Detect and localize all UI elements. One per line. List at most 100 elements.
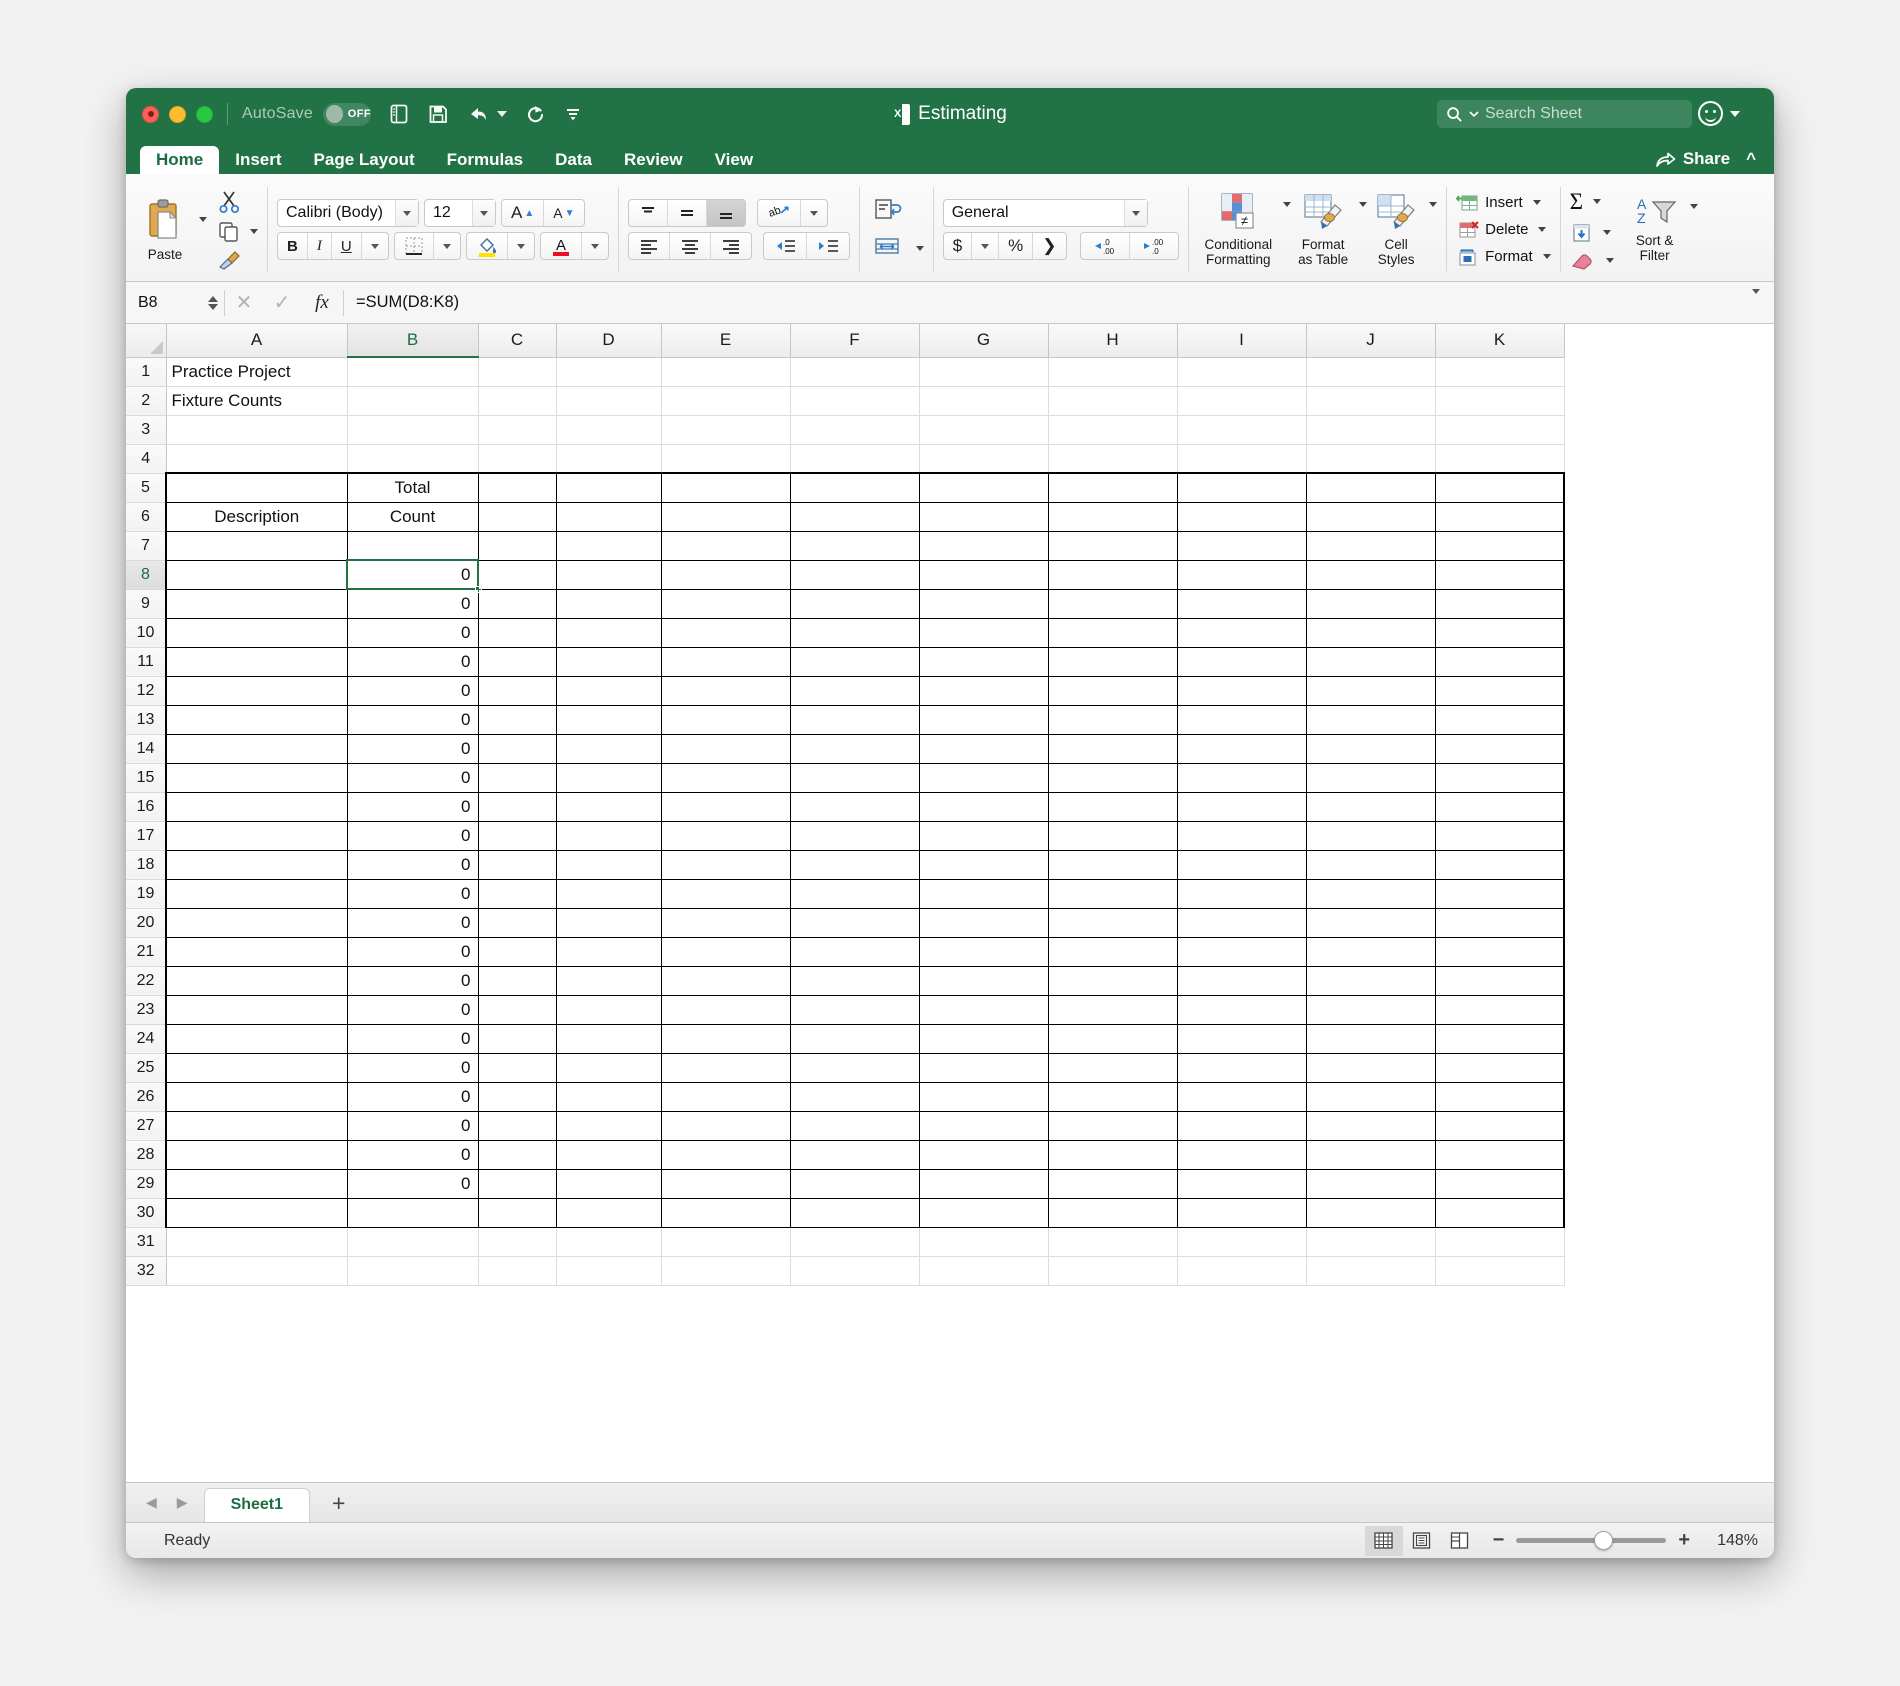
cell-K20[interactable] [1435,908,1565,938]
cell-D24[interactable] [556,1024,662,1054]
cell-I20[interactable] [1177,908,1307,938]
row-header-22[interactable]: 22 [126,966,167,996]
cell-A31[interactable] [166,1227,348,1257]
align-right-button[interactable] [711,233,751,259]
cell-K22[interactable] [1435,966,1565,996]
cell-G22[interactable] [919,966,1049,996]
cell-D8[interactable] [556,560,662,590]
cell-K7[interactable] [1435,531,1565,561]
cell-E9[interactable] [661,589,791,619]
cell-A20[interactable] [165,908,348,938]
cell-J14[interactable] [1306,734,1436,764]
cell-A6[interactable]: Description [165,502,348,532]
cell-H19[interactable] [1048,879,1178,909]
cell-C9[interactable] [478,589,557,619]
cell-C22[interactable] [478,966,557,996]
cell-J31[interactable] [1306,1227,1436,1257]
cell-J13[interactable] [1306,705,1436,735]
row-header-13[interactable]: 13 [126,705,167,735]
align-bottom-button[interactable] [706,200,745,226]
cell-I26[interactable] [1177,1082,1307,1112]
cell-D22[interactable] [556,966,662,996]
row-header-4[interactable]: 4 [126,444,167,474]
tab-review[interactable]: Review [608,146,699,174]
feedback-smiley-button[interactable] [1698,101,1740,126]
merge-cells-button[interactable] [869,233,907,264]
cell-F13[interactable] [790,705,920,735]
cell-A21[interactable] [165,937,348,967]
cell-D12[interactable] [556,676,662,706]
text-orientation-button[interactable]: ab [758,200,801,226]
column-header-a[interactable]: A [166,324,348,358]
cell-F6[interactable] [790,502,920,532]
cell-D3[interactable] [556,415,662,445]
row-header-27[interactable]: 27 [126,1111,167,1141]
row-header-7[interactable]: 7 [126,531,167,561]
cell-G29[interactable] [919,1169,1049,1199]
cell-F9[interactable] [790,589,920,619]
cell-J21[interactable] [1306,937,1436,967]
cell-A23[interactable] [165,995,348,1025]
cell-D25[interactable] [556,1053,662,1083]
cell-G26[interactable] [919,1082,1049,1112]
cell-C32[interactable] [478,1256,557,1286]
cell-D32[interactable] [556,1256,662,1286]
cell-G16[interactable] [919,792,1049,822]
cell-K26[interactable] [1435,1082,1565,1112]
save-icon[interactable] [427,97,449,131]
cell-E19[interactable] [661,879,791,909]
sheet-tab-sheet1[interactable]: Sheet1 [203,1488,311,1522]
cell-K4[interactable] [1435,444,1565,474]
cell-E23[interactable] [661,995,791,1025]
cell-H20[interactable] [1048,908,1178,938]
cell-E1[interactable] [661,357,791,387]
cell-F17[interactable] [790,821,920,851]
conditional-formatting-button[interactable]: ≠ Conditional Formatting [1198,182,1280,278]
cell-B32[interactable] [347,1256,479,1286]
customize-toolbar-icon[interactable] [563,97,583,131]
cell-H23[interactable] [1048,995,1178,1025]
cell-H32[interactable] [1048,1256,1178,1286]
cell-C3[interactable] [478,415,557,445]
cell-F29[interactable] [790,1169,920,1199]
cell-A16[interactable] [165,792,348,822]
redo-icon[interactable] [524,97,546,131]
decrease-font-size-button[interactable]: A ▼ [544,200,583,226]
cell-F7[interactable] [790,531,920,561]
cell-F23[interactable] [790,995,920,1025]
cell-J22[interactable] [1306,966,1436,996]
cell-B25[interactable]: 0 [347,1053,479,1083]
row-header-12[interactable]: 12 [126,676,167,706]
cell-C17[interactable] [478,821,557,851]
row-header-11[interactable]: 11 [126,647,167,677]
cell-I24[interactable] [1177,1024,1307,1054]
row-header-19[interactable]: 19 [126,879,167,909]
cell-G18[interactable] [919,850,1049,880]
cell-F24[interactable] [790,1024,920,1054]
cell-G19[interactable] [919,879,1049,909]
cell-B12[interactable]: 0 [347,676,479,706]
cell-F25[interactable] [790,1053,920,1083]
cell-A9[interactable] [165,589,348,619]
column-header-c[interactable]: C [478,324,557,358]
cell-B21[interactable]: 0 [347,937,479,967]
cell-A2[interactable]: Fixture Counts [166,386,348,416]
cell-I18[interactable] [1177,850,1307,880]
cell-G8[interactable] [919,560,1049,590]
autosave-toggle[interactable]: OFF [322,102,371,126]
cell-E32[interactable] [661,1256,791,1286]
number-format-chevron-down-icon[interactable] [1123,200,1147,226]
sort-filter-dropdown-icon[interactable] [1689,204,1698,209]
cell-J5[interactable] [1306,472,1436,503]
cut-button[interactable] [217,189,258,215]
align-top-button[interactable] [629,200,668,226]
cell-G9[interactable] [919,589,1049,619]
column-header-d[interactable]: D [556,324,662,358]
cell-E10[interactable] [661,618,791,648]
cell-I16[interactable] [1177,792,1307,822]
cell-G21[interactable] [919,937,1049,967]
cell-B14[interactable]: 0 [347,734,479,764]
cell-K19[interactable] [1435,879,1565,909]
cell-D27[interactable] [556,1111,662,1141]
cell-H31[interactable] [1048,1227,1178,1257]
